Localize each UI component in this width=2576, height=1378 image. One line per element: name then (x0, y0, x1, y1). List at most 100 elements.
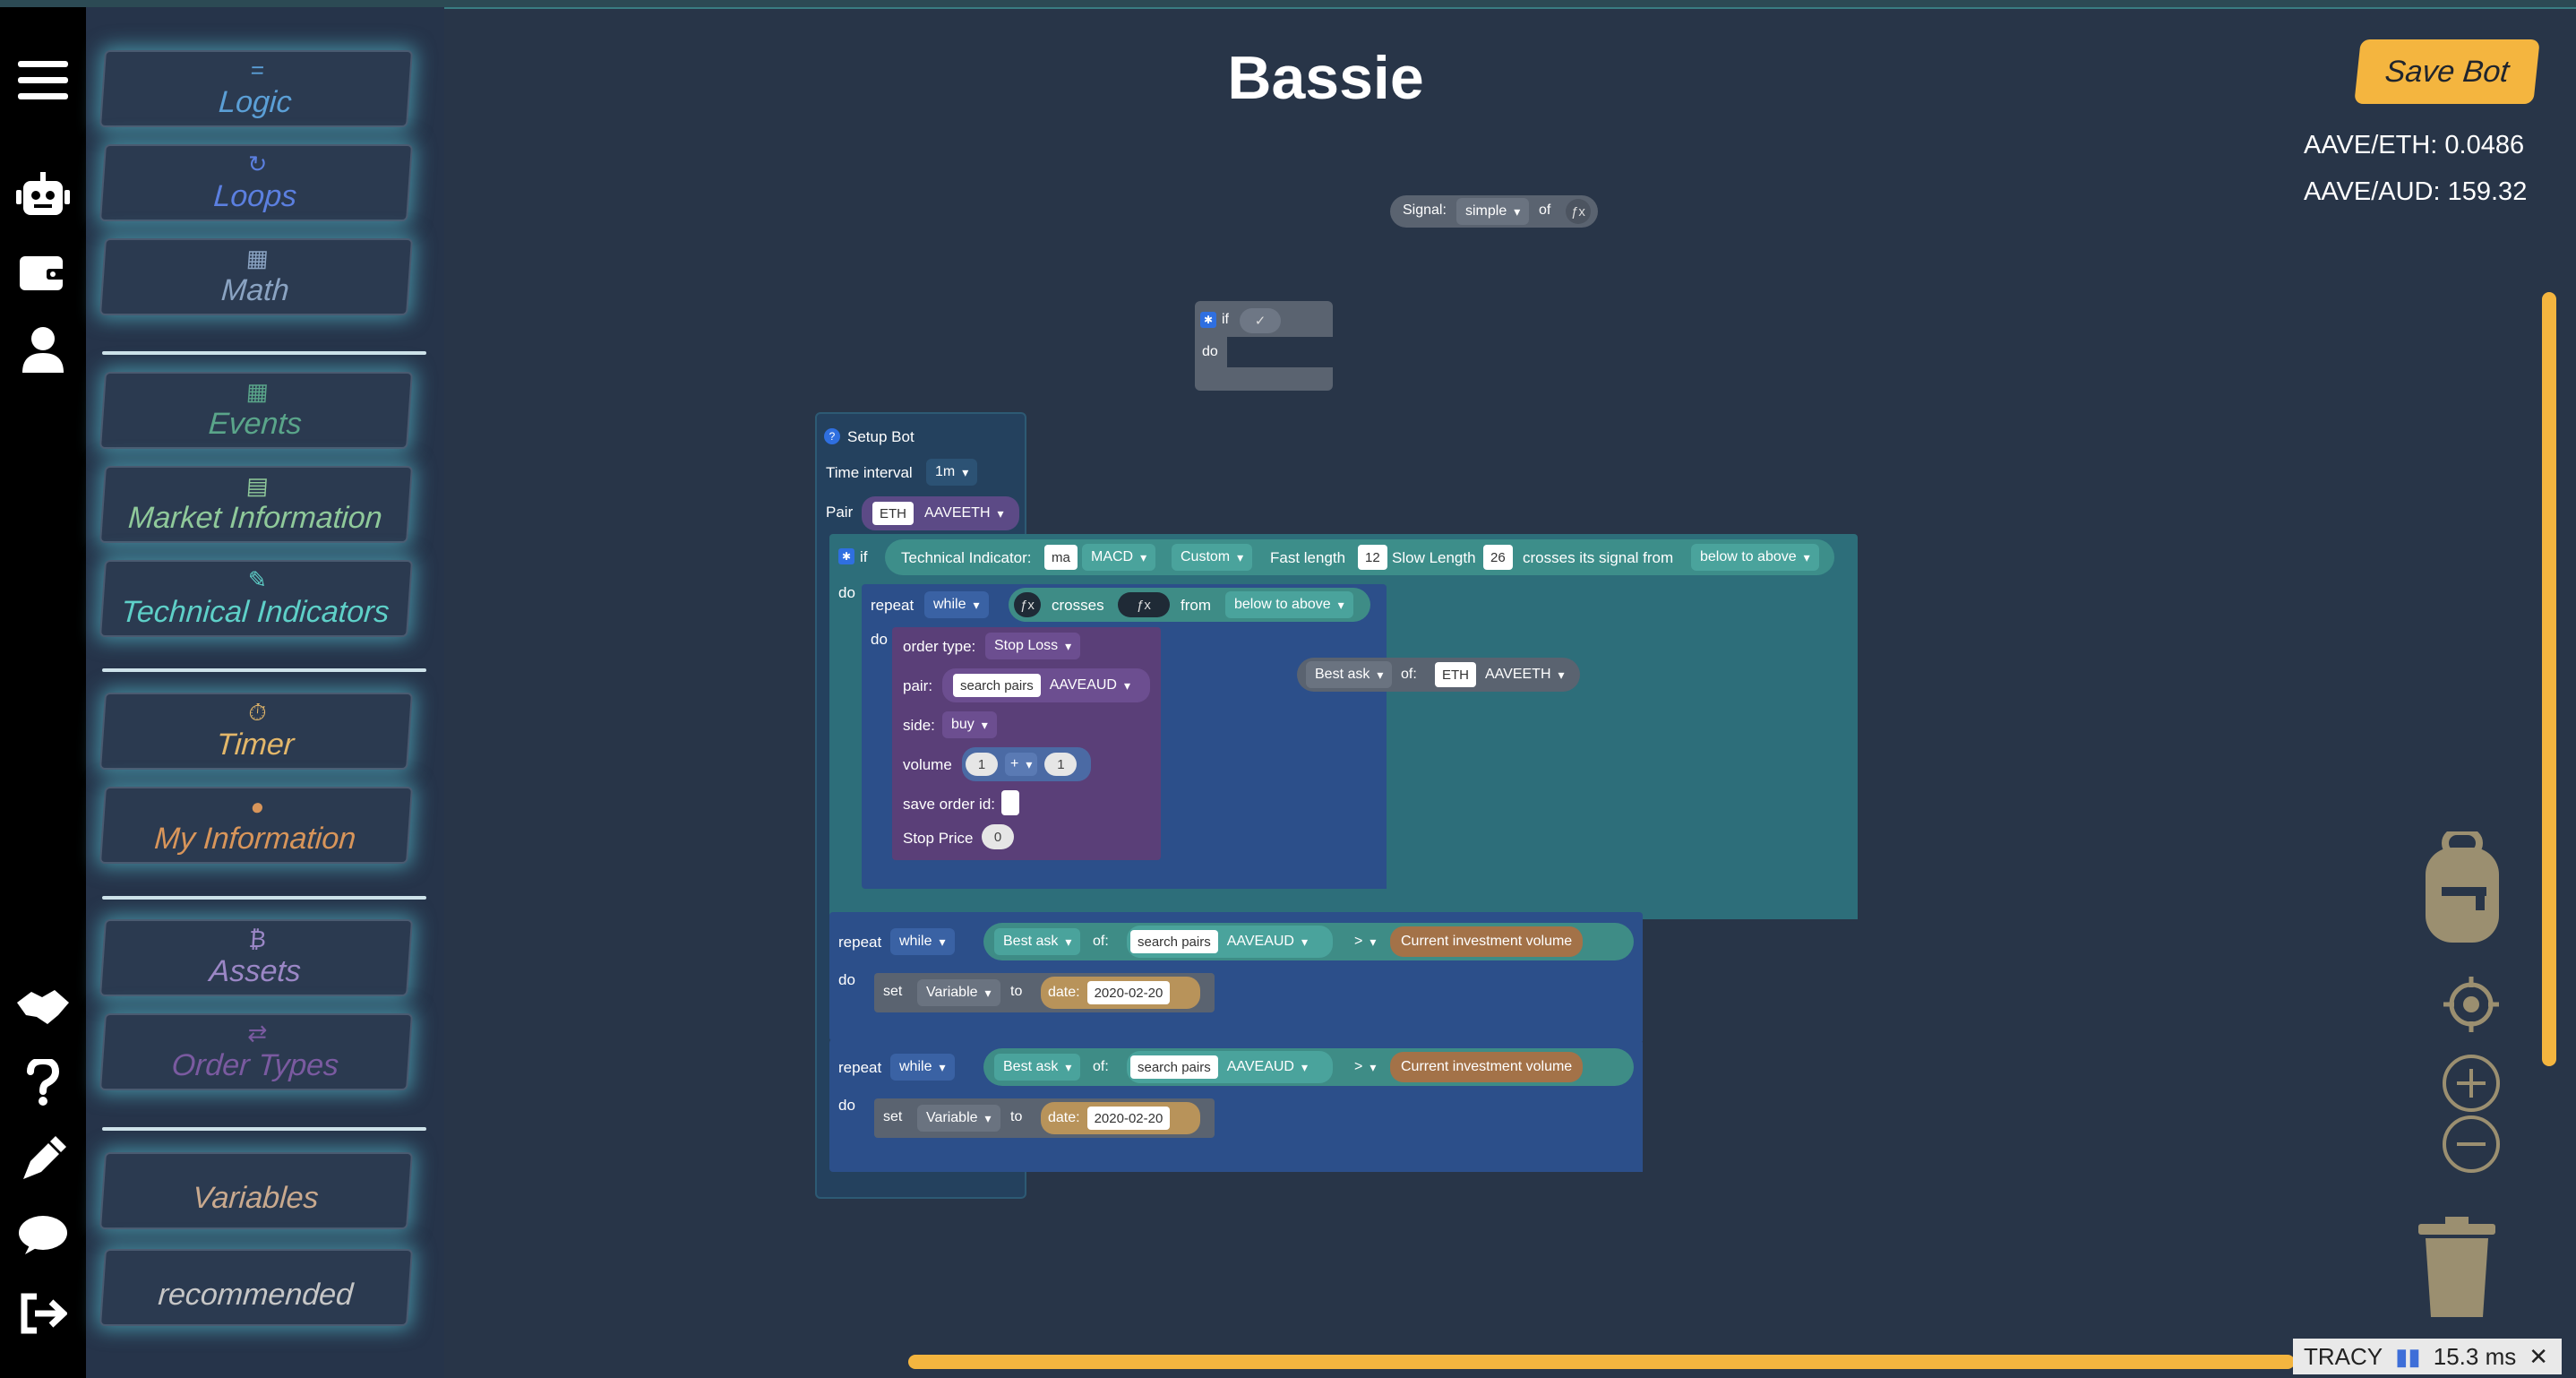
current-investment-volume-block[interactable]: Current investment volume (1390, 926, 1584, 957)
menu-icon[interactable] (13, 50, 73, 111)
category-loops[interactable]: ↻ Loops (99, 144, 414, 221)
pair-selector[interactable]: search pairs AAVEAUD (1127, 1051, 1333, 1083)
technical-indicator-block[interactable]: Technical Indicator: ma MACD Custom Fast… (885, 539, 1834, 575)
current-investment-volume-block[interactable]: Current investment volume (1390, 1052, 1584, 1082)
calculator-icon: ▦ (245, 244, 270, 271)
pair-selector[interactable]: search pairs AAVEAUD (942, 668, 1150, 702)
pair-selector[interactable]: ETH AAVEETH (862, 496, 1019, 530)
category-market-information[interactable]: ▤ Market Information (99, 466, 414, 543)
operator-dropdown[interactable]: + (1005, 753, 1038, 776)
category-logic[interactable]: = Logic (99, 50, 414, 127)
logout-icon[interactable] (13, 1283, 73, 1344)
vertical-scrollbar[interactable] (2542, 292, 2556, 1066)
compare-block[interactable]: Best ask of: search pairs AAVEAUD > Curr… (983, 923, 1634, 960)
pair-search-field[interactable]: search pairs (1130, 1055, 1218, 1079)
tracy-panel[interactable]: TRACY ▮▮ 15.3 ms ✕ (2293, 1339, 2562, 1374)
operator-dropdown[interactable]: > (1345, 928, 1385, 955)
pair-selector[interactable]: search pairs AAVEAUD (1127, 926, 1333, 958)
trash-icon[interactable] (2418, 1217, 2495, 1322)
direction-dropdown[interactable]: below to above (1225, 591, 1353, 618)
volume-label: volume (903, 756, 952, 773)
date-block[interactable]: date: 2020-02-20 (1041, 1102, 1200, 1134)
if-block-small[interactable]: ✱ if ✓ do (1195, 301, 1333, 391)
date-field[interactable]: 2020-02-20 (1086, 1107, 1171, 1130)
volume-a-field[interactable]: 1 (966, 753, 998, 776)
category-order-types[interactable]: ⇄ Order Types (99, 1013, 414, 1090)
bitcoin-icon: ₿ (247, 925, 268, 952)
variable-dropdown[interactable]: Variable (917, 1105, 1000, 1132)
pair-dropdown[interactable]: AAVEETH (921, 502, 1008, 525)
date-block[interactable]: date: 2020-02-20 (1041, 977, 1200, 1009)
while-dropdown[interactable]: while (924, 591, 989, 618)
side-dropdown[interactable]: buy (942, 711, 997, 738)
zoom-out-icon[interactable] (2442, 1115, 2501, 1178)
help-icon[interactable]: ? (824, 428, 840, 444)
best-ask-dropdown[interactable]: Best ask (1306, 661, 1393, 688)
save-order-id-field[interactable] (1001, 790, 1019, 815)
set-variable-block[interactable]: set Variable to date: 2020-02-20 (874, 1098, 1215, 1138)
operator-dropdown[interactable]: > (1345, 1054, 1385, 1081)
direction-dropdown[interactable]: below to above (1691, 544, 1819, 571)
signal-mode-dropdown[interactable]: simple (1456, 198, 1530, 225)
category-technical-indicators[interactable]: ✎ Technical Indicators (99, 560, 414, 637)
volume-math-block[interactable]: 1 + 1 (962, 747, 1091, 781)
wallet-icon[interactable] (13, 242, 73, 303)
compare-block[interactable]: Best ask of: search pairs AAVEAUD > Curr… (983, 1048, 1634, 1086)
fx-icon[interactable]: ƒx (1566, 199, 1591, 224)
fx-icon[interactable]: ƒx (1014, 592, 1041, 617)
pair-dropdown[interactable]: AAVEAUD (1224, 930, 1311, 953)
horizontal-scrollbar[interactable] (908, 1355, 2295, 1369)
repeat-while-block-3[interactable]: repeat while do Best ask of: search pair… (829, 1039, 1643, 1172)
best-ask-dropdown[interactable]: Best ask (994, 1054, 1081, 1081)
tracy-time: 15.3 ms (2433, 1342, 2517, 1370)
settings-icon[interactable]: ✱ (1200, 312, 1216, 328)
pair-dropdown[interactable]: AAVEAUD (1224, 1055, 1311, 1079)
robot-icon[interactable] (13, 165, 73, 226)
pair-base-field[interactable]: ETH (872, 502, 914, 525)
while-dropdown[interactable]: while (890, 1054, 955, 1081)
chat-icon[interactable] (13, 1206, 73, 1267)
recenter-icon[interactable] (2443, 977, 2499, 1037)
pair-dropdown[interactable]: AAVEAUD (1046, 674, 1134, 697)
order-block[interactable]: order type: Stop Loss pair: search pairs… (892, 627, 1161, 860)
zoom-in-icon[interactable] (2442, 1054, 2501, 1117)
category-variables[interactable]: Variables (99, 1152, 414, 1229)
best-ask-dropdown[interactable]: Best ask (994, 928, 1081, 955)
category-events[interactable]: ▦ Events (99, 372, 414, 449)
while-dropdown[interactable]: while (890, 928, 955, 955)
category-recommended[interactable]: recommended (99, 1249, 414, 1326)
settings-icon[interactable]: ✱ (838, 548, 854, 564)
handshake-icon[interactable] (13, 975, 73, 1036)
set-variable-block[interactable]: set Variable to date: 2020-02-20 (874, 973, 1215, 1012)
fx-icon[interactable]: ƒx (1118, 592, 1170, 617)
close-icon[interactable]: ✕ (2529, 1343, 2548, 1371)
category-math[interactable]: ▦ Math (99, 238, 414, 315)
signal-block[interactable]: Signal: simple of ƒx (1390, 195, 1598, 228)
pair-search-field[interactable]: search pairs (1130, 930, 1218, 953)
pair-search-field[interactable]: search pairs (953, 674, 1041, 697)
help-icon[interactable] (13, 1052, 73, 1113)
order-type-dropdown[interactable]: Stop Loss (985, 633, 1081, 659)
time-interval-dropdown[interactable]: 1m (926, 459, 978, 486)
volume-b-field[interactable]: 1 (1044, 753, 1078, 776)
best-ask-block[interactable]: Best ask of: ETH AAVEETH (1297, 658, 1580, 692)
check-icon[interactable]: ✓ (1240, 308, 1281, 333)
repeat-while-block-2[interactable]: repeat while do Best ask of: search pair… (829, 912, 1643, 1041)
category-timer[interactable]: ⏱ Timer (99, 693, 414, 770)
crosses-block[interactable]: ƒx crosses ƒx from below to above (1009, 588, 1370, 622)
indicator-dropdown[interactable]: MACD (1082, 544, 1156, 571)
fast-length-field[interactable]: 12 (1358, 545, 1387, 570)
ma-field[interactable]: ma (1044, 545, 1078, 570)
stop-price-field[interactable]: 0 (982, 824, 1014, 849)
mode-dropdown[interactable]: Custom (1172, 544, 1253, 571)
base-field[interactable]: ETH (1435, 662, 1476, 687)
user-icon[interactable] (13, 319, 73, 380)
category-my-information[interactable]: ● My Information (99, 787, 414, 864)
pair-dropdown[interactable]: AAVEETH (1476, 661, 1574, 688)
slow-length-field[interactable]: 26 (1483, 545, 1513, 570)
backpack-icon[interactable] (2424, 828, 2501, 949)
variable-dropdown[interactable]: Variable (917, 979, 1000, 1006)
category-assets[interactable]: ₿ Assets (99, 919, 414, 996)
date-field[interactable]: 2020-02-20 (1086, 981, 1171, 1004)
pen-icon[interactable] (13, 1129, 73, 1190)
